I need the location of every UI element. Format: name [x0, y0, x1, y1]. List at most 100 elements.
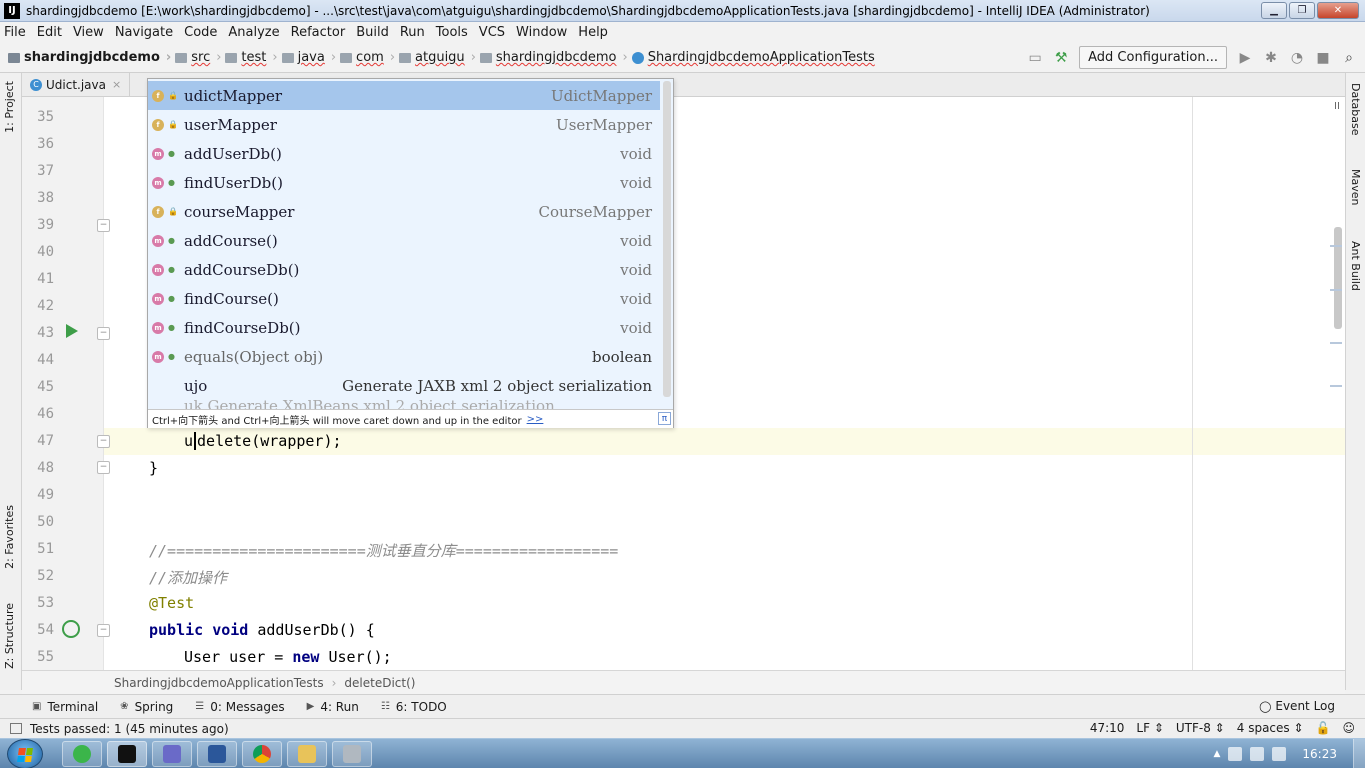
crumb-shardingjdbcdemo[interactable]: shardingjdbcdemo ›: [479, 50, 628, 65]
project-tool-tab[interactable]: 1: Project: [3, 81, 16, 133]
caret-position[interactable]: 47:10: [1090, 721, 1125, 735]
structure-tool-tab[interactable]: Z: Structure: [3, 603, 16, 669]
menu-vcs[interactable]: VCS: [479, 25, 505, 40]
fold-marker-icon[interactable]: −: [97, 327, 110, 340]
fold-marker-icon[interactable]: −: [97, 435, 110, 448]
lock-icon[interactable]: 🔓: [1316, 721, 1331, 735]
menu-run[interactable]: Run: [400, 25, 425, 40]
todo-tool-button[interactable]: ☷ 6: TODO: [381, 700, 447, 714]
network-icon[interactable]: [1228, 747, 1243, 761]
favorites-tool-tab[interactable]: 2: Favorites: [3, 505, 16, 569]
completion-item[interactable]: m ● findUserDb() void: [148, 168, 660, 197]
taskbar-app-tool[interactable]: [332, 741, 372, 767]
inspector-icon[interactable]: ☺: [1342, 721, 1355, 735]
text-caret: [194, 432, 197, 450]
app-icon: [343, 745, 361, 763]
crumb-project[interactable]: shardingjdbcdemo ›: [8, 50, 171, 65]
folder-icon: [281, 52, 294, 63]
minimize-button[interactable]: ▁: [1261, 2, 1287, 19]
fold-marker-icon[interactable]: −: [97, 219, 110, 232]
volume-icon[interactable]: [1250, 747, 1265, 761]
close-tab-icon[interactable]: ×: [112, 78, 121, 91]
debug-icon[interactable]: ✱: [1263, 50, 1279, 66]
scroll-marker: [1330, 342, 1342, 344]
completion-item[interactable]: m ● addCourseDb() void: [148, 255, 660, 284]
completion-scrollbar[interactable]: [663, 81, 671, 397]
terminal-tool-button[interactable]: ▣ Terminal: [32, 700, 98, 714]
crumb-src[interactable]: src ›: [175, 50, 221, 65]
coverage-icon[interactable]: ◔: [1289, 50, 1305, 66]
stop-icon[interactable]: ■: [1315, 50, 1331, 66]
taskbar-app-media[interactable]: [152, 741, 192, 767]
crumb-test-class[interactable]: ShardingjdbcdemoApplicationTests: [631, 50, 875, 65]
completion-item[interactable]: m ● addCourse() void: [148, 226, 660, 255]
line-separator[interactable]: LF ⇕: [1136, 721, 1163, 735]
field-icon: f: [152, 205, 164, 218]
run-icon[interactable]: ▶: [1237, 50, 1253, 66]
layout-icon[interactable]: ▭: [1027, 50, 1043, 66]
hint-more-link[interactable]: >>: [527, 414, 544, 425]
display-icon[interactable]: [1272, 747, 1287, 761]
menu-window[interactable]: Window: [516, 25, 567, 40]
run-test-gutter-icon[interactable]: [66, 324, 78, 338]
close-button[interactable]: ✕: [1317, 2, 1359, 19]
taskbar-app-intellij[interactable]: [107, 741, 147, 767]
menu-view[interactable]: View: [73, 25, 104, 40]
windows-logo-icon: [17, 748, 33, 762]
maximize-button[interactable]: ❐: [1289, 2, 1315, 19]
editor-scrollbar[interactable]: [1334, 227, 1342, 329]
completion-live-template[interactable]: ujo Generate JAXB xml 2 object serializa…: [148, 371, 660, 400]
menu-tools[interactable]: Tools: [436, 25, 468, 40]
menu-analyze[interactable]: Analyze: [228, 25, 279, 40]
completion-item[interactable]: m ● equals(Object obj) boolean: [148, 342, 660, 371]
menu-navigate[interactable]: Navigate: [115, 25, 173, 40]
menu-edit[interactable]: Edit: [37, 25, 62, 40]
add-configuration-button[interactable]: Add Configuration...: [1079, 46, 1227, 69]
messages-tool-button[interactable]: ☰ 0: Messages: [195, 700, 284, 714]
event-log-button[interactable]: ◯ Event Log: [1259, 699, 1335, 713]
line-number: 54: [37, 622, 54, 638]
completion-item[interactable]: m ● findCourseDb() void: [148, 313, 660, 342]
completion-item[interactable]: f 🔒 userMapper UserMapper: [148, 110, 660, 139]
menu-build[interactable]: Build: [356, 25, 389, 40]
crumb-java[interactable]: java ›: [281, 50, 336, 65]
line-number: 51: [37, 541, 54, 557]
completion-item[interactable]: f 🔒 courseMapper CourseMapper: [148, 197, 660, 226]
tray-expand-icon[interactable]: ▲: [1213, 749, 1220, 759]
menu-refactor[interactable]: Refactor: [291, 25, 346, 40]
completion-item[interactable]: m ● findCourse() void: [148, 284, 660, 313]
pi-icon[interactable]: π: [658, 412, 671, 425]
menu-code[interactable]: Code: [184, 25, 217, 40]
start-button[interactable]: [7, 739, 43, 768]
clock[interactable]: 16:23: [1302, 747, 1337, 761]
code-line-48: }: [149, 459, 159, 477]
rerun-test-gutter-icon[interactable]: [62, 620, 80, 638]
crumb-com[interactable]: com ›: [340, 50, 395, 65]
menu-help[interactable]: Help: [578, 25, 608, 40]
run-tool-button[interactable]: ▶ 4: Run: [307, 700, 359, 714]
fold-marker-icon[interactable]: −: [97, 461, 110, 474]
indent-setting[interactable]: 4 spaces ⇕: [1237, 721, 1304, 735]
spring-tool-button[interactable]: ❀ Spring: [120, 700, 173, 714]
breadcrumb-class[interactable]: ShardingjdbcdemoApplicationTests: [114, 676, 324, 690]
crumb-test[interactable]: test ›: [225, 50, 278, 65]
tool-windows-toggle-icon[interactable]: [10, 723, 22, 734]
fold-marker-icon[interactable]: −: [97, 624, 110, 637]
menu-file[interactable]: File: [4, 25, 26, 40]
taskbar-app-explorer[interactable]: [287, 741, 327, 767]
completion-item[interactable]: m ● addUserDb() void: [148, 139, 660, 168]
search-icon[interactable]: ⌕: [1341, 50, 1357, 66]
maven-tool-tab[interactable]: Maven: [1349, 169, 1362, 205]
completion-item[interactable]: f 🔒 udictMapper UdictMapper: [148, 81, 660, 110]
taskbar-app-chrome[interactable]: [242, 741, 282, 767]
show-desktop-button[interactable]: [1353, 739, 1365, 768]
file-encoding[interactable]: UTF-8 ⇕: [1176, 721, 1225, 735]
build-hammer-icon[interactable]: ⚒: [1053, 50, 1069, 66]
ant-build-tool-tab[interactable]: Ant Build: [1349, 241, 1362, 291]
tab-udict-java[interactable]: C Udict.java ×: [22, 72, 131, 97]
taskbar-app-word[interactable]: [197, 741, 237, 767]
breadcrumb-method[interactable]: deleteDict(): [344, 676, 415, 690]
taskbar-app-wechat[interactable]: [62, 741, 102, 767]
crumb-atguigu[interactable]: atguigu ›: [399, 50, 476, 65]
database-tool-tab[interactable]: Database: [1349, 83, 1362, 136]
